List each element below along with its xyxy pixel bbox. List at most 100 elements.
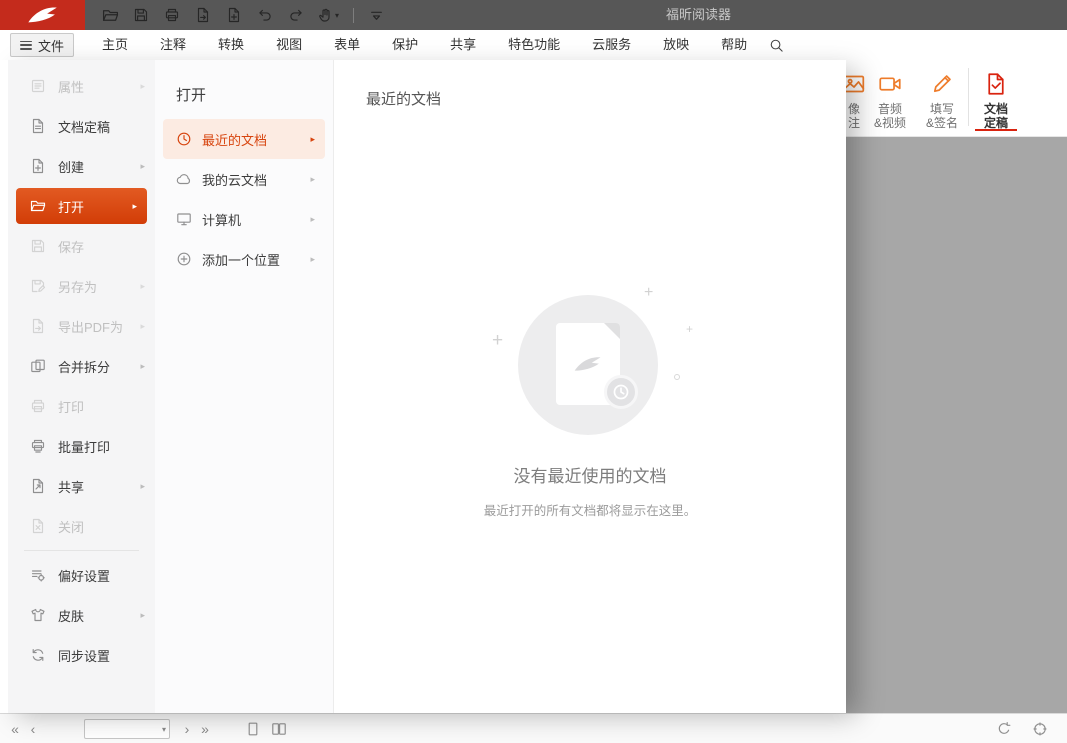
prev-page-button[interactable]: ‹ xyxy=(24,721,42,737)
open-file-button[interactable] xyxy=(100,4,120,26)
computer-icon xyxy=(176,211,192,227)
menu-tab-convert[interactable]: 转换 xyxy=(202,30,260,60)
menu-tab-home[interactable]: 主页 xyxy=(86,30,144,60)
open-folder-icon xyxy=(102,7,119,24)
next-page-button[interactable]: › xyxy=(178,721,196,737)
page-dropdown-caret-icon[interactable]: ▾ xyxy=(162,725,166,734)
facing-page-view-icon[interactable] xyxy=(268,721,290,737)
print-button[interactable] xyxy=(162,4,182,26)
page-number-box: ▾ xyxy=(84,719,170,739)
sync-settings-icon xyxy=(30,647,46,663)
open-item-recent-documents[interactable]: 最近的文档 ▸ xyxy=(163,119,325,159)
item-label: 文档定稿 xyxy=(58,117,110,136)
item-label: 同步设置 xyxy=(58,646,110,665)
file-menu-item-save-as[interactable]: 另存为 ▸ xyxy=(8,266,155,306)
file-menu-item-share[interactable]: 共享 ▸ xyxy=(8,466,155,506)
item-label: 批量打印 xyxy=(58,437,110,456)
file-menu-panel: 属性 ▸ 文档定稿 创建 ▸ 打开 ▸ 保存 xyxy=(0,60,846,713)
menu-tab-cloud-service[interactable]: 云服务 xyxy=(576,30,647,60)
item-label: 共享 xyxy=(58,477,84,496)
ribbon-group-fill-sign[interactable]: 填写 &签名 xyxy=(916,71,968,130)
properties-icon xyxy=(30,78,46,94)
marquee-zoom-icon[interactable] xyxy=(1029,721,1051,737)
foxit-logo-icon xyxy=(24,4,62,26)
file-menu-item-export-pdf[interactable]: 导出PDF为 ▸ xyxy=(8,306,155,346)
file-menu-item-close[interactable]: 关闭 xyxy=(8,506,155,546)
menu-tab-form[interactable]: 表单 xyxy=(318,30,376,60)
item-label: 创建 xyxy=(58,157,84,176)
clock-icon xyxy=(176,131,192,147)
empty-title: 没有最近使用的文档 xyxy=(334,462,846,487)
hand-tool-button[interactable]: ▾ xyxy=(317,4,339,26)
item-label: 计算机 xyxy=(202,210,241,229)
ribbon-divider xyxy=(968,68,969,126)
redo-icon xyxy=(288,7,304,23)
ribbon-group-audio-video[interactable]: 音频 &视频 xyxy=(864,71,916,130)
customize-quick-access-button[interactable] xyxy=(366,4,386,26)
create-document-button[interactable] xyxy=(224,4,244,26)
file-menu-item-save[interactable]: 保存 xyxy=(8,226,155,266)
search-icon[interactable] xyxy=(769,38,784,53)
decoration-plus: + xyxy=(686,322,693,336)
file-menu-item-sync-settings[interactable]: 同步设置 xyxy=(8,635,155,675)
file-menu-item-preferences[interactable]: 偏好设置 xyxy=(8,555,155,595)
export-document-icon xyxy=(195,7,211,23)
rotate-view-icon[interactable] xyxy=(993,721,1015,737)
app-title: 福昕阅读器 xyxy=(666,0,731,30)
open-item-computer[interactable]: 计算机 ▸ xyxy=(163,199,325,239)
undo-button[interactable] xyxy=(255,4,275,26)
ribbon-group-doc-finalize[interactable]: 文档 定稿 xyxy=(970,71,1022,130)
first-page-button[interactable]: « xyxy=(6,721,24,737)
item-label: 打开 xyxy=(58,197,84,216)
new-document-icon xyxy=(226,7,242,23)
export-document-button[interactable] xyxy=(193,4,213,26)
menu-tab-special-features[interactable]: 特色功能 xyxy=(492,30,576,60)
item-label: 最近的文档 xyxy=(202,130,267,149)
open-item-add-a-place[interactable]: 添加一个位置 ▸ xyxy=(163,239,325,279)
submenu-arrow-icon: ▸ xyxy=(140,610,145,621)
doc-finalize-icon xyxy=(983,71,1009,97)
file-menu-item-combine-split[interactable]: 合并拆分 ▸ xyxy=(8,346,155,386)
empty-subtitle: 最近打开的所有文档都将显示在这里。 xyxy=(334,500,846,519)
file-menu-item-batch-print[interactable]: 批量打印 xyxy=(8,426,155,466)
file-menu-item-properties[interactable]: 属性 ▸ xyxy=(8,66,155,106)
file-menu-item-open[interactable]: 打开 ▸ xyxy=(16,188,147,224)
item-label: 皮肤 xyxy=(58,606,84,625)
app-logo[interactable] xyxy=(0,0,85,30)
file-menu-button[interactable]: 文件 xyxy=(10,33,74,57)
item-label: 添加一个位置 xyxy=(202,250,280,269)
last-page-button[interactable]: » xyxy=(196,721,214,737)
menu-tab-share[interactable]: 共享 xyxy=(434,30,492,60)
single-page-view-icon[interactable] xyxy=(242,721,264,737)
submenu-arrow-icon: ▸ xyxy=(132,201,137,212)
menu-tab-present[interactable]: 放映 xyxy=(647,30,705,60)
file-menu-item-skin[interactable]: 皮肤 ▸ xyxy=(8,595,155,635)
menu-tab-view[interactable]: 视图 xyxy=(260,30,318,60)
item-label: 偏好设置 xyxy=(58,566,110,585)
save-button[interactable] xyxy=(131,4,151,26)
file-menu-item-doc-finalize[interactable]: 文档定稿 xyxy=(8,106,155,146)
file-menu-item-create[interactable]: 创建 ▸ xyxy=(8,146,155,186)
menu-tab-comment[interactable]: 注释 xyxy=(144,30,202,60)
menu-tab-help[interactable]: 帮助 xyxy=(705,30,763,60)
folded-corner xyxy=(604,323,620,339)
redo-button[interactable] xyxy=(286,4,306,26)
open-submenu-title: 打开 xyxy=(176,84,333,105)
empty-illustration xyxy=(518,295,658,435)
page-number-input[interactable] xyxy=(89,721,155,737)
submenu-arrow-icon: ▸ xyxy=(140,361,145,372)
fill-sign-icon xyxy=(929,71,955,97)
file-menu-item-print[interactable]: 打印 xyxy=(8,386,155,426)
create-icon xyxy=(30,158,46,174)
menu-tab-protect[interactable]: 保护 xyxy=(376,30,434,60)
submenu-arrow-icon: ▸ xyxy=(140,81,145,92)
open-item-my-cloud-documents[interactable]: 我的云文档 ▸ xyxy=(163,159,325,199)
preferences-icon xyxy=(30,567,46,583)
item-label: 合并拆分 xyxy=(58,357,110,376)
item-label: 属性 xyxy=(58,77,84,96)
empty-state: + + + 没有最近使用的文档 最近打开的所有文档都将显示在这里。 xyxy=(334,60,846,713)
skin-icon xyxy=(30,607,46,623)
menu-bar: 文件 主页 注释 转换 视图 表单 保护 共享 特色功能 云服务 放映 帮助 xyxy=(0,30,1067,60)
item-label: 保存 xyxy=(58,237,84,256)
status-bar-right-tools xyxy=(993,721,1055,737)
